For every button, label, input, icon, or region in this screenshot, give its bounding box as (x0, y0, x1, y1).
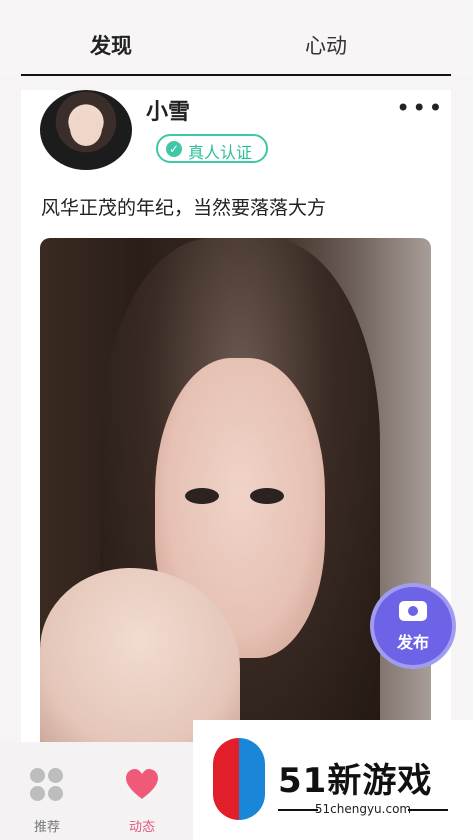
tab-underline (21, 74, 451, 76)
photo-eye-left (185, 488, 219, 504)
nav-feed[interactable]: 动态 (97, 742, 187, 840)
nav-recommend-label: 推荐 (33, 820, 60, 835)
avatar[interactable] (40, 90, 132, 170)
tab-discover[interactable]: 发现 (90, 30, 132, 60)
watermark-logo (213, 738, 265, 820)
heart-icon (126, 769, 158, 799)
photo-eye-right (250, 488, 284, 504)
top-tab-bar: 发现 心动 (0, 0, 473, 76)
watermark-line-right (408, 809, 448, 811)
site-watermark: 51新游戏 51chengyu.com (193, 720, 473, 840)
clover-icon (30, 768, 64, 802)
publish-button[interactable]: 发布 (374, 587, 452, 665)
post-photo[interactable] (40, 238, 431, 750)
watermark-title: 51新游戏 (278, 761, 433, 801)
publish-label: 发布 (396, 633, 429, 652)
check-icon: ✓ (166, 141, 182, 157)
more-options-icon[interactable]: ••• (396, 94, 444, 122)
username[interactable]: 小雪 (146, 94, 190, 126)
verified-label: 真人认证 (188, 143, 253, 162)
nav-feed-label: 动态 (128, 820, 155, 835)
post-caption: 风华正茂的年纪，当然要落落大方 (41, 197, 327, 219)
nav-recommend[interactable]: 推荐 (2, 742, 92, 840)
verified-badge: ✓ 真人认证 (156, 134, 268, 163)
tab-heartbeat[interactable]: 心动 (305, 30, 347, 60)
camera-icon (399, 601, 427, 621)
